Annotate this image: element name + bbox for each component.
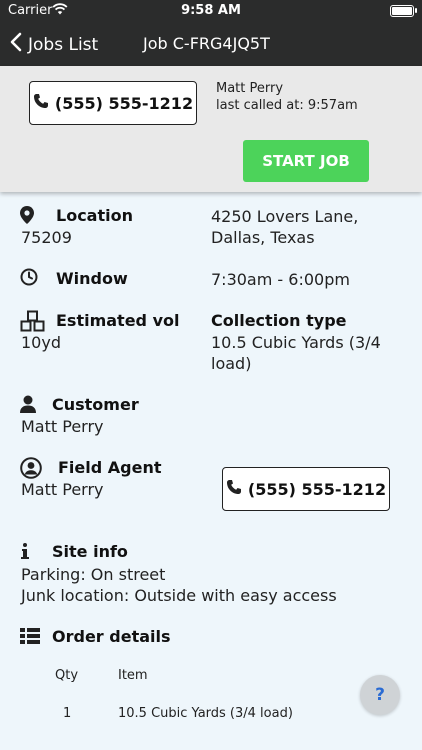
call-field-agent-button[interactable]: (555) 555-1212 <box>222 467 390 511</box>
estimated-vol-value: 10yd <box>21 333 61 352</box>
field-agent-name: Matt Perry <box>21 480 104 499</box>
caller-info: Matt Perry last called at: 9:57am <box>216 80 358 114</box>
order-details-label: Order details <box>52 627 171 646</box>
customer-name: Matt Perry <box>21 417 104 436</box>
window-label: Window <box>56 269 128 288</box>
start-job-button[interactable]: START JOB <box>243 140 369 182</box>
customer-label: Customer <box>52 395 139 414</box>
field-agent-phone: (555) 555-1212 <box>247 479 387 499</box>
location-zip: 75209 <box>21 228 72 247</box>
page-title: Job C-FRG4JQ5T <box>143 34 270 53</box>
info-icon <box>21 543 29 563</box>
junk-location-text: Junk location: Outside with easy access <box>21 586 337 605</box>
user-icon <box>20 395 36 417</box>
phone-icon <box>33 93 55 113</box>
location-label: Location <box>56 206 133 225</box>
back-button[interactable]: Jobs List <box>10 32 98 57</box>
location-pin-icon <box>20 206 34 228</box>
row-item: 10.5 Cubic Yards (3/4 load) <box>118 706 293 721</box>
address-line-2: Dallas, Texas <box>211 228 315 247</box>
clock-icon <box>20 268 38 290</box>
estimated-vol-label: Estimated vol <box>56 311 180 330</box>
back-label: Jobs List <box>28 34 99 55</box>
collection-type-line-1: 10.5 Cubic Yards (3/4 <box>211 333 381 352</box>
row-qty: 1 <box>63 706 72 721</box>
collection-type-label: Collection type <box>211 311 347 330</box>
contact-header-card: (555) 555-1212 Matt Perry last called at… <box>0 66 422 192</box>
status-bar: Carrier 9:58 AM <box>0 0 422 22</box>
clock-time: 9:58 AM <box>181 3 241 18</box>
collection-type-line-2: load) <box>211 354 252 373</box>
column-header-qty: Qty <box>55 668 79 683</box>
caller-name: Matt Perry <box>216 81 284 96</box>
window-value: 7:30am - 6:00pm <box>211 270 350 289</box>
battery-icon <box>390 5 417 17</box>
site-info-label: Site info <box>52 542 128 561</box>
last-called-text: last called at: 9:57am <box>216 98 358 113</box>
column-header-item: Item <box>118 668 148 683</box>
phone-number: (555) 555-1212 <box>54 93 194 113</box>
phone-icon <box>226 479 248 499</box>
call-customer-button[interactable]: (555) 555-1212 <box>29 81 197 125</box>
navigation-bar: Jobs List Job C-FRG4JQ5T <box>0 22 422 66</box>
field-agent-label: Field Agent <box>58 458 162 477</box>
parking-text: Parking: On street <box>21 565 166 584</box>
help-button[interactable]: ? <box>360 675 400 715</box>
chevron-left-icon <box>10 32 28 57</box>
list-icon <box>20 628 40 648</box>
address-line-1: 4250 Lovers Lane, <box>211 207 359 226</box>
